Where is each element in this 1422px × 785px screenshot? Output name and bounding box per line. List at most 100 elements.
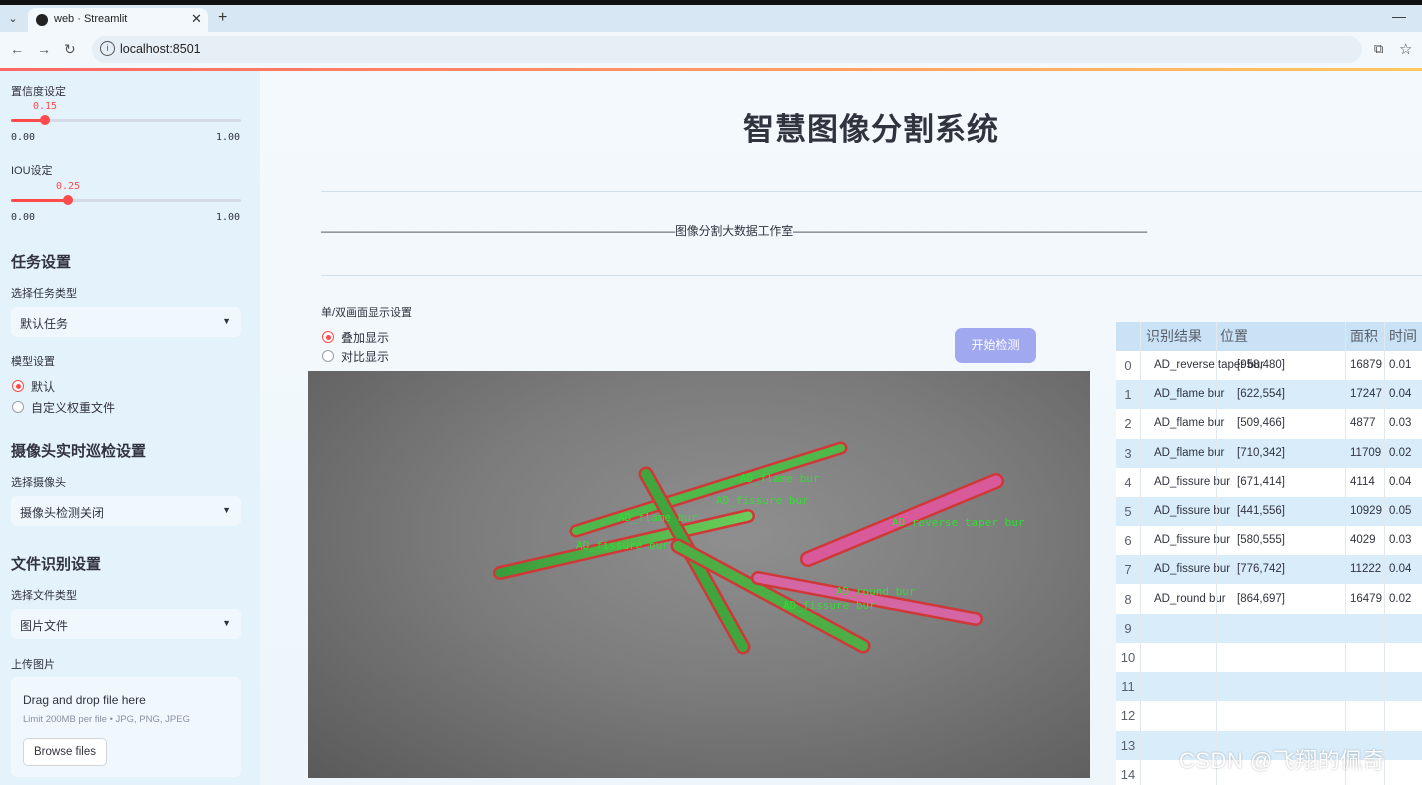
bookmark-star-icon[interactable]: ☆ — [1399, 40, 1412, 58]
camera-settings-heading: 摄像头实时巡检设置 — [11, 443, 147, 460]
tab-bar: ⌄ web · Streamlit ✕ + — — [0, 5, 1422, 32]
cell-pos: [580,555] — [1237, 534, 1285, 547]
minimize-window-icon[interactable]: — — [1392, 8, 1406, 24]
model-settings-label: 模型设置 — [11, 356, 55, 368]
start-detection-button[interactable]: 开始检测 — [955, 328, 1036, 363]
column-header[interactable]: 时间 — [1389, 322, 1417, 351]
row-index: 10 — [1120, 650, 1136, 665]
divider-bottom — [321, 275, 1422, 276]
cell-time — [1389, 672, 1422, 701]
cell-pos: [864,697] — [1237, 592, 1285, 605]
cell-pos — [1237, 614, 1357, 643]
cell-time — [1389, 701, 1422, 730]
row-index: 7 — [1124, 562, 1132, 578]
page-title: 智慧图像分割系统 — [743, 112, 999, 147]
cell-pos: [776,742] — [1237, 563, 1285, 576]
table-row[interactable]: 2 AD_flame bur [509,466] 4877 0.03 — [1116, 409, 1422, 438]
cell-time: 0.05 — [1389, 505, 1412, 517]
cell-time: 0.04 — [1389, 475, 1412, 488]
row-index: 6 — [1124, 533, 1132, 549]
cell-time: 0.03 — [1389, 417, 1412, 430]
reload-icon[interactable]: ↻ — [64, 41, 76, 58]
detection-label: AD_fissure bur — [783, 599, 876, 612]
site-info-icon[interactable]: i — [100, 41, 115, 56]
chevron-down-icon: ▼ — [222, 505, 231, 515]
row-index: 8 — [1124, 591, 1132, 607]
overlay-display-radio[interactable] — [322, 331, 334, 343]
row-index: 1 — [1124, 387, 1132, 403]
table-header: 识别结果 位置 面积 时间 — [1116, 322, 1422, 351]
detection-label: AD_fissure bur — [716, 494, 809, 507]
studio-banner: ——————————————————————————————图像分割大数据工作室… — [321, 224, 1148, 238]
iou-min: 0.00 — [11, 212, 36, 223]
iou-slider[interactable] — [11, 195, 241, 205]
cell-time: 0.02 — [1389, 592, 1412, 605]
streamlit-favicon-icon — [36, 14, 48, 26]
task-type-value: 默认任务 — [20, 317, 69, 331]
detection-label: AD_fissure bur — [576, 539, 669, 552]
browse-files-button[interactable]: Browse files — [23, 738, 107, 766]
tab-search-icon[interactable]: ⌄ — [5, 11, 21, 27]
file-dropzone[interactable]: Drag and drop file here Limit 200MB per … — [11, 677, 241, 777]
model-default-radio[interactable] — [12, 380, 24, 392]
segmentation-overlay: AD_flame bur AD_fissure bur AD_flame bur… — [493, 441, 1025, 655]
column-divider — [1140, 322, 1141, 785]
dropzone-limit: Limit 200MB per file • JPG, PNG, JPEG — [23, 714, 190, 725]
table-row[interactable]: 10 — [1116, 643, 1422, 672]
cell-time — [1389, 643, 1422, 672]
camera-select[interactable]: 摄像头检测关闭 ▼ — [11, 496, 241, 526]
row-index: 14 — [1120, 766, 1136, 782]
column-header[interactable]: 面积 — [1350, 322, 1378, 351]
confidence-slider[interactable] — [11, 115, 241, 125]
column-header[interactable]: 识别结果 — [1146, 322, 1202, 351]
cell-time: 0.04 — [1389, 563, 1412, 576]
table-row[interactable]: 9 — [1116, 613, 1422, 643]
compare-display-radio[interactable] — [322, 350, 334, 362]
url-field[interactable]: i localhost:8501 — [92, 36, 1362, 63]
results-table[interactable]: 识别结果 位置 面积 时间 0 AD_reverse taper bur [958,480]… — [1116, 322, 1422, 785]
table-row[interactable]: 4 AD_fissure bur [671,414] 4114 0.04 — [1116, 468, 1422, 497]
divider-top — [321, 191, 1422, 192]
file-type-select[interactable]: 图片文件 ▼ — [11, 609, 241, 639]
detection-label: AD_round bur — [836, 585, 916, 598]
table-row[interactable]: 7 AD_fissure bur [776,742] 11222 0.04 — [1116, 555, 1422, 585]
table-row[interactable]: 8 AD_round bur [864,697] 16479 0.02 — [1116, 585, 1422, 614]
cell-pos — [1237, 701, 1357, 730]
display-mode-label: 单/双画面显示设置 — [321, 307, 413, 319]
row-index: 13 — [1120, 737, 1136, 753]
table-row[interactable]: 0 AD_reverse taper bur [958,480] 16879 0.01 — [1116, 351, 1422, 380]
cell-pos: [671,414] — [1237, 475, 1285, 488]
new-tab-icon[interactable]: + — [218, 9, 227, 27]
table-row[interactable]: 11 — [1116, 672, 1422, 702]
iou-max: 1.00 — [216, 212, 241, 223]
row-index: 3 — [1124, 445, 1132, 461]
confidence-value: 0.15 — [33, 101, 58, 112]
translate-icon[interactable]: ⧉ — [1374, 41, 1383, 57]
table-row[interactable]: 5 AD_fissure bur [441,556] 10929 0.05 — [1116, 497, 1422, 526]
file-type-value: 图片文件 — [20, 619, 69, 633]
table-row[interactable]: 3 AD_flame bur [710,342] 11709 0.02 — [1116, 438, 1422, 468]
model-default-label: 默认 — [31, 380, 56, 394]
model-custom-radio[interactable] — [12, 401, 24, 413]
confidence-slider-thumb[interactable] — [40, 115, 50, 125]
iou-slider-thumb[interactable] — [63, 195, 73, 205]
table-row[interactable]: 1 AD_flame bur [622,554] 17247 0.04 — [1116, 380, 1422, 410]
task-type-select[interactable]: 默认任务 ▼ — [11, 307, 241, 337]
csdn-watermark: CSDN @飞翔的佩奇 — [1179, 748, 1386, 773]
url-text: localhost:8501 — [120, 42, 201, 56]
table-row[interactable]: 6 AD_fissure bur [580,555] 4029 0.03 — [1116, 526, 1422, 555]
column-header[interactable]: 位置 — [1220, 322, 1248, 351]
main-content: 智慧图像分割系统 ——————————————————————————————图… — [260, 71, 1422, 785]
browser-tab[interactable]: web · Streamlit ✕ — [28, 8, 208, 32]
column-divider — [1384, 322, 1385, 785]
close-tab-icon[interactable]: ✕ — [191, 11, 202, 27]
camera-value: 摄像头检测关闭 — [20, 506, 105, 520]
row-index: 0 — [1124, 358, 1132, 373]
back-arrow-icon[interactable]: ← — [10, 41, 24, 57]
upload-label: 上传图片 — [11, 659, 55, 671]
table-row[interactable]: 12 — [1116, 701, 1422, 730]
row-index: 4 — [1124, 474, 1132, 490]
forward-arrow-icon[interactable]: → — [37, 41, 51, 57]
overlay-display-label: 叠加显示 — [341, 331, 390, 345]
chevron-down-icon: ▼ — [222, 618, 231, 628]
